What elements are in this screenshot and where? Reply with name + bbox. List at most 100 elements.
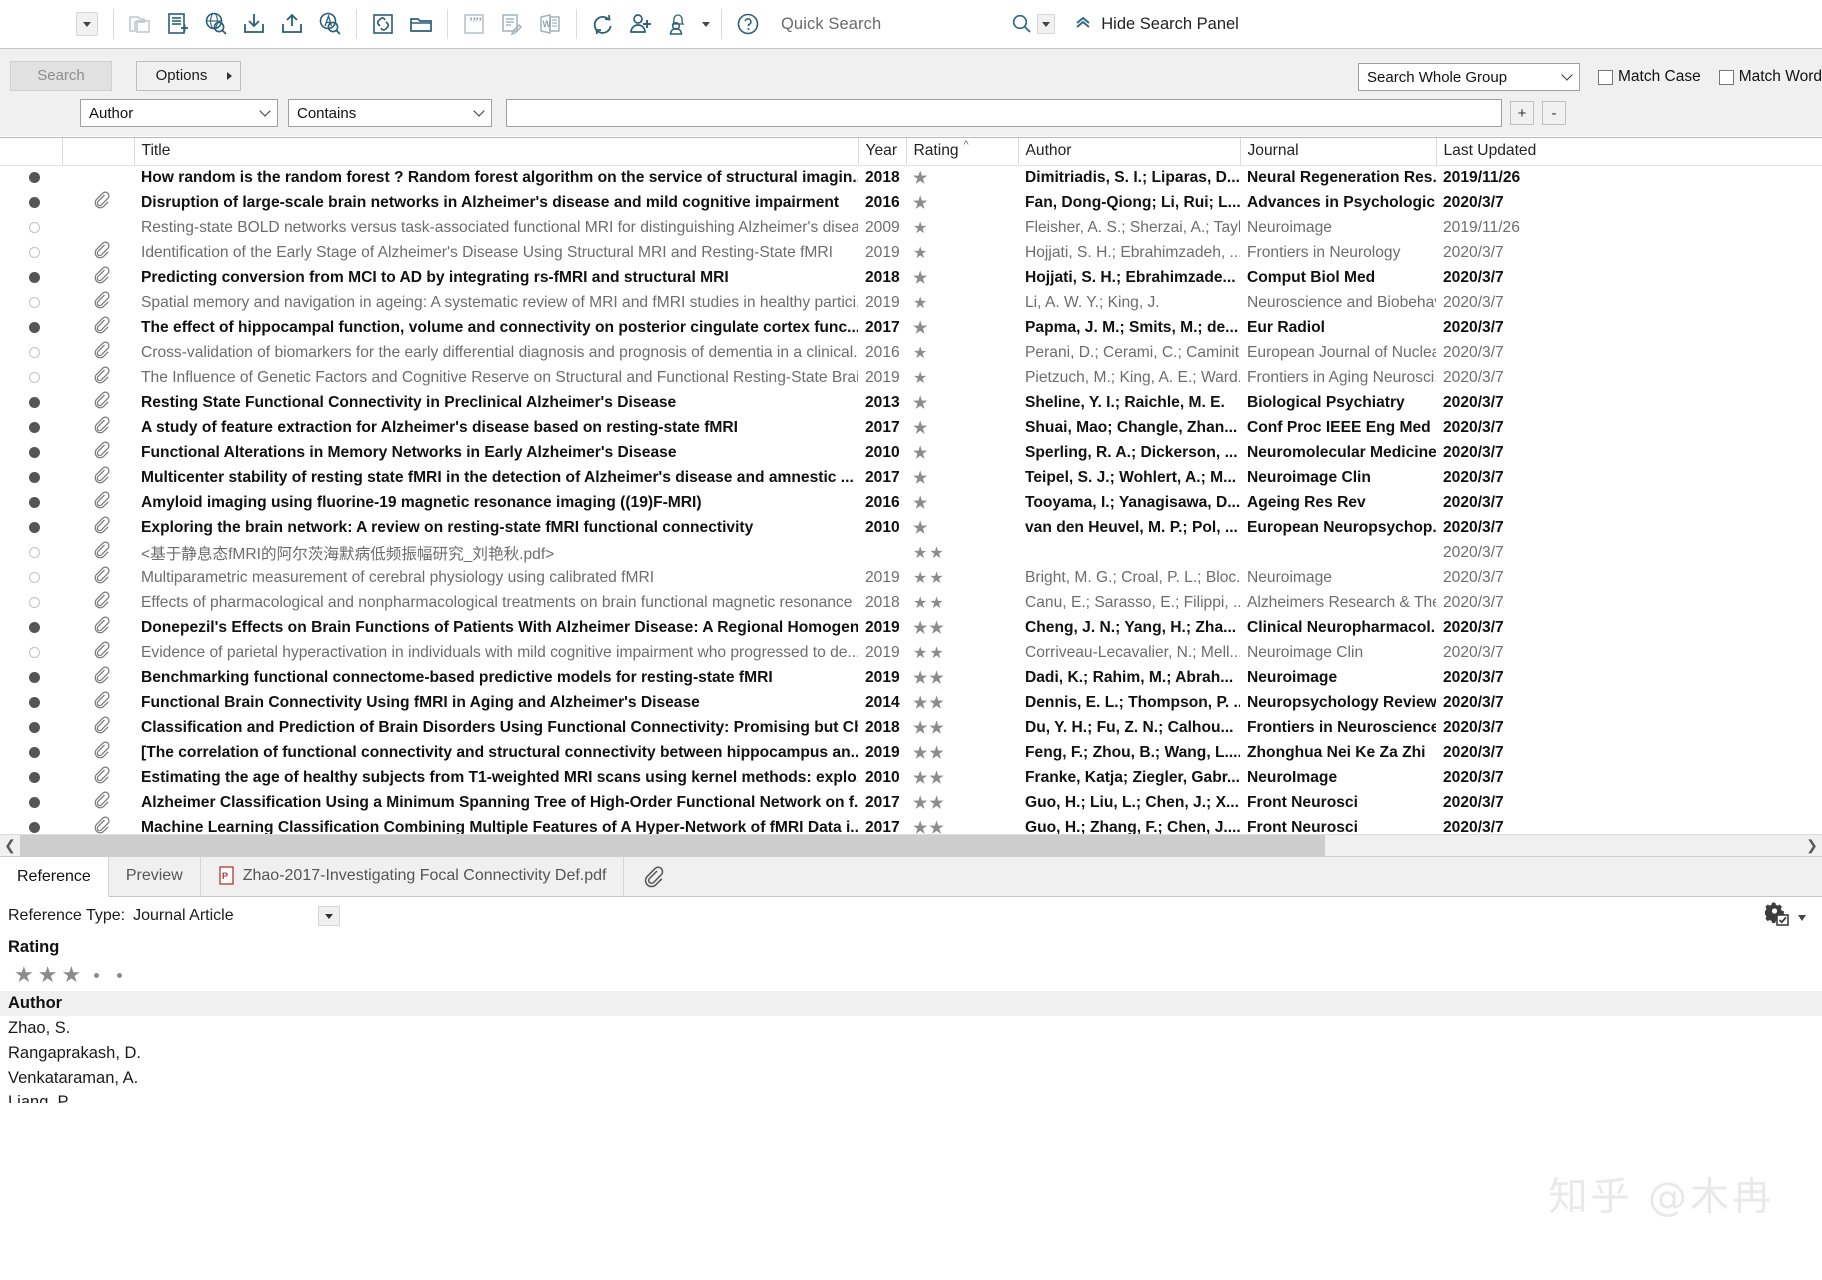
column-header-rating[interactable]: Rating ^ (906, 138, 1019, 166)
column-header-lastupdated[interactable]: Last Updated (1436, 138, 1822, 166)
read-status-cell[interactable] (0, 490, 62, 515)
read-status-cell[interactable] (0, 290, 62, 315)
rating-star-filled-icon[interactable]: ★ (14, 964, 34, 986)
attachment-cell[interactable] (62, 340, 134, 365)
table-row[interactable]: [The correlation of functional connectiv… (0, 740, 1822, 765)
match-word-checkbox[interactable]: Match Word (1718, 68, 1822, 86)
column-header-year[interactable]: Year (858, 138, 907, 166)
cell-rating[interactable]: ★ (906, 490, 1018, 515)
table-row[interactable]: A study of feature extraction for Alzhei… (0, 415, 1822, 440)
search-field-select[interactable]: Author (80, 99, 278, 127)
attachment-cell[interactable] (62, 165, 134, 190)
tab-pdf[interactable]: P Zhao-2017-Investigating Focal Connecti… (201, 856, 625, 896)
attachment-cell[interactable] (62, 790, 134, 815)
rating-star-filled-icon[interactable]: ★ (38, 964, 58, 986)
attachment-cell[interactable] (62, 240, 134, 265)
read-status-cell[interactable] (0, 590, 62, 615)
search-button[interactable]: Search (10, 60, 112, 91)
table-row[interactable]: How random is the random forest ? Random… (0, 165, 1822, 190)
column-header-journal[interactable]: Journal (1240, 138, 1437, 166)
help-icon[interactable] (729, 5, 767, 43)
attachment-cell[interactable] (62, 615, 134, 640)
table-row[interactable]: <基于静息态fMRI的阿尔茨海默病低频振幅研究_刘艳秋.pdf> ★★ 2020/3… (0, 540, 1822, 565)
cell-rating[interactable]: ★★ (906, 590, 1018, 615)
column-header-title[interactable]: Title (134, 138, 859, 166)
share-library-icon[interactable] (622, 5, 660, 43)
column-header-attachment[interactable] (62, 138, 135, 166)
rating-star-empty-icon[interactable] (117, 972, 123, 978)
export-icon[interactable] (273, 5, 311, 43)
cell-rating[interactable]: ★ (906, 190, 1018, 215)
cell-rating[interactable]: ★ (906, 365, 1018, 390)
table-row[interactable]: Effects of pharmacological and nonpharma… (0, 590, 1822, 615)
attachment-cell[interactable] (62, 715, 134, 740)
format-bibliography-icon[interactable] (493, 5, 531, 43)
table-row[interactable]: Donepezil's Effects on Brain Functions o… (0, 615, 1822, 640)
attachment-cell[interactable] (62, 540, 134, 565)
cell-rating[interactable]: ★ (906, 240, 1018, 265)
column-header-author[interactable]: Author (1018, 138, 1241, 166)
attachment-cell[interactable] (62, 590, 134, 615)
attachment-cell[interactable] (62, 190, 134, 215)
cell-rating[interactable]: ★★ (906, 615, 1018, 640)
hide-search-panel-button[interactable]: Hide Search Panel (1073, 14, 1239, 35)
cell-rating[interactable]: ★★ (906, 565, 1018, 590)
scrollbar-thumb[interactable] (20, 834, 1325, 857)
attachment-cell[interactable] (62, 690, 134, 715)
attachment-cell[interactable] (62, 815, 134, 834)
read-status-cell[interactable] (0, 440, 62, 465)
cell-rating[interactable]: ★★ (906, 665, 1018, 690)
attachment-cell[interactable] (62, 440, 134, 465)
scroll-right-arrow-icon[interactable]: ❯ (1802, 834, 1822, 857)
attachment-cell[interactable] (62, 490, 134, 515)
cell-rating[interactable]: ★ (906, 415, 1018, 440)
cell-rating[interactable]: ★★ (906, 740, 1018, 765)
attachment-cell[interactable] (62, 465, 134, 490)
attachment-cell[interactable] (62, 265, 134, 290)
table-row[interactable]: Benchmarking functional connectome-based… (0, 665, 1822, 690)
author-value-list[interactable]: Zhao, S. Rangaprakash, D. Venkataraman, A.… (0, 1016, 1822, 1103)
read-status-cell[interactable] (0, 515, 62, 540)
table-row[interactable]: Resting State Functional Connectivity in… (0, 390, 1822, 415)
table-row[interactable]: The Influence of Genetic Factors and Cog… (0, 365, 1822, 390)
reference-type-dropdown[interactable] (318, 906, 340, 926)
toolbar-overflow-caret-icon[interactable] (76, 12, 98, 36)
cell-rating[interactable]: ★★ (906, 540, 1018, 565)
rating-widget[interactable]: ★ ★ ★ (0, 960, 1822, 991)
read-status-cell[interactable] (0, 715, 62, 740)
search-operator-select[interactable]: Contains (288, 99, 492, 127)
read-status-cell[interactable] (0, 365, 62, 390)
cell-rating[interactable]: ★ (906, 290, 1018, 315)
search-scope-select[interactable]: Search Whole Group (1358, 63, 1581, 91)
cell-rating[interactable]: ★★ (906, 640, 1018, 665)
table-row[interactable]: Disruption of large-scale brain networks… (0, 190, 1822, 215)
read-status-cell[interactable] (0, 415, 62, 440)
options-button[interactable]: Options (136, 60, 241, 91)
read-status-cell[interactable] (0, 815, 62, 834)
scrollbar-track[interactable] (20, 834, 1802, 857)
table-row[interactable]: Alzheimer Classification Using a Minimum… (0, 790, 1822, 815)
table-row[interactable]: Amyloid imaging using fluorine-19 magnet… (0, 490, 1822, 515)
tab-preview[interactable]: Preview (109, 856, 201, 896)
open-file-icon[interactable] (402, 5, 440, 43)
cell-rating[interactable]: ★ (906, 315, 1018, 340)
rating-star-empty-icon[interactable] (94, 972, 100, 978)
cell-rating[interactable]: ★ (906, 215, 1018, 240)
attachment-cell[interactable] (62, 765, 134, 790)
link-icon[interactable] (364, 5, 402, 43)
read-status-cell[interactable] (0, 640, 62, 665)
cell-rating[interactable]: ★★ (906, 790, 1018, 815)
tab-reference[interactable]: Reference (0, 857, 109, 897)
attachment-cell[interactable] (62, 665, 134, 690)
quick-search-label[interactable]: Quick Search (781, 15, 881, 34)
find-full-text-pdf-icon[interactable] (311, 5, 349, 43)
read-status-cell[interactable] (0, 215, 62, 240)
cell-rating[interactable]: ★ (906, 440, 1018, 465)
cell-rating[interactable]: ★ (906, 165, 1018, 190)
horizontal-scrollbar[interactable]: ❮ ❯ (0, 834, 1822, 857)
insert-citation-icon[interactable]: ”” (455, 5, 493, 43)
cell-rating[interactable]: ★ (906, 390, 1018, 415)
remove-search-row-button[interactable]: - (1542, 101, 1566, 125)
attachment-cell[interactable] (62, 640, 134, 665)
cell-rating[interactable]: ★★ (906, 690, 1018, 715)
